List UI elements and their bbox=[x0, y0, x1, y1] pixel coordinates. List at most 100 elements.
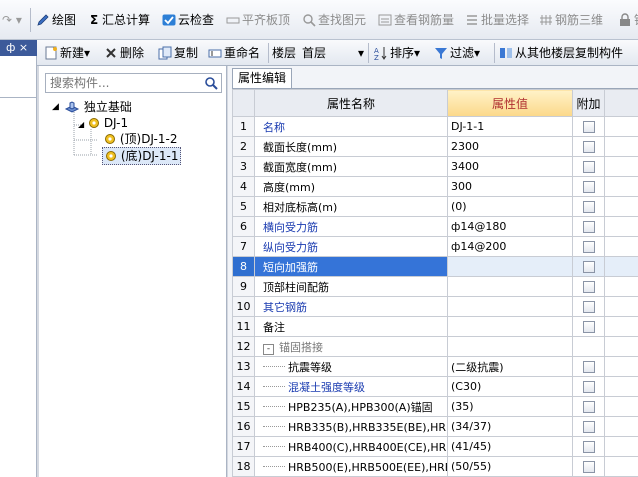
lock-button[interactable]: 锁 bbox=[618, 9, 638, 31]
property-name-cell[interactable]: 名称 bbox=[254, 116, 448, 137]
table-row[interactable]: 14 混凝土强度等级 (C30) bbox=[232, 376, 638, 397]
property-value-cell[interactable] bbox=[447, 316, 573, 337]
table-row[interactable]: 1 名称 DJ-1-1 bbox=[232, 116, 638, 137]
table-row[interactable]: 4 高度(mm) 300 bbox=[232, 176, 638, 197]
property-name-cell[interactable]: HRB335(B),HRB335E(BE),HRBF bbox=[254, 416, 448, 437]
property-name-cell[interactable]: 抗震等级 bbox=[254, 356, 448, 377]
property-name-cell[interactable]: 短向加强筋 bbox=[254, 256, 448, 277]
rename-button[interactable]: 重命名 bbox=[208, 42, 260, 64]
extra-checkbox[interactable] bbox=[582, 361, 595, 373]
table-row[interactable]: 9 顶部柱间配筋 bbox=[232, 276, 638, 297]
property-value-cell[interactable] bbox=[447, 336, 573, 357]
extra-checkbox[interactable] bbox=[582, 321, 595, 333]
property-value-cell[interactable]: (二级抗震) bbox=[447, 356, 573, 377]
tree-node-root[interactable]: 独立基础 bbox=[64, 99, 132, 115]
tab-property-edit[interactable]: 属性编辑 bbox=[232, 68, 292, 88]
property-value-cell[interactable]: (41/45) bbox=[447, 436, 573, 457]
property-value-cell[interactable]: DJ-1-1 bbox=[447, 116, 573, 137]
property-name-cell[interactable]: 截面宽度(mm) bbox=[254, 156, 448, 177]
property-value-cell[interactable]: (50/55) bbox=[447, 456, 573, 477]
property-value-cell[interactable]: ф14@200 bbox=[447, 236, 573, 257]
tree-node-bottom-dj-1-1[interactable]: (底)DJ-1-1 bbox=[102, 147, 182, 165]
property-name-cell[interactable]: 高度(mm) bbox=[254, 176, 448, 197]
property-name-cell[interactable]: HRB500(E),HRB500E(EE),HRBF bbox=[254, 456, 448, 477]
extra-checkbox[interactable] bbox=[582, 401, 595, 413]
table-row[interactable]: 3 截面宽度(mm) 3400 bbox=[232, 156, 638, 177]
extra-checkbox[interactable] bbox=[582, 461, 595, 473]
table-row[interactable]: 5 相对底标高(m) (0) bbox=[232, 196, 638, 217]
extra-checkbox[interactable] bbox=[582, 161, 595, 173]
tree-node-top-dj-1-2[interactable]: (顶)DJ-1-2 bbox=[104, 131, 177, 147]
header-name[interactable]: 属性名称 bbox=[254, 89, 448, 117]
extra-checkbox[interactable] bbox=[582, 261, 595, 273]
draw-button[interactable]: 绘图 bbox=[36, 9, 76, 31]
property-name-cell[interactable]: - 锚固搭接 bbox=[254, 336, 448, 357]
tree-expand-toggle[interactable]: ◢ bbox=[78, 120, 84, 129]
property-name-cell[interactable]: 纵向受力筋 bbox=[254, 236, 448, 257]
header-value[interactable]: 属性值 bbox=[447, 89, 573, 117]
property-value-cell[interactable]: (34/37) bbox=[447, 416, 573, 437]
floor-select[interactable]: 首层 ▾ bbox=[302, 42, 364, 64]
property-value-cell[interactable] bbox=[447, 276, 573, 297]
property-value-cell[interactable]: (C30) bbox=[447, 376, 573, 397]
property-name-cell[interactable]: 其它钢筋 bbox=[254, 296, 448, 317]
table-row[interactable]: 2 截面长度(mm) 2300 bbox=[232, 136, 638, 157]
redo-icon[interactable]: ↷ ▾ bbox=[2, 9, 22, 31]
table-row[interactable]: 12- 锚固搭接 bbox=[232, 336, 638, 357]
header-extra[interactable]: 附加 bbox=[572, 89, 605, 117]
search-input[interactable] bbox=[46, 74, 204, 92]
tree-node-dj-1[interactable]: ◢ DJ-1 bbox=[78, 115, 128, 131]
extra-checkbox[interactable] bbox=[582, 181, 595, 193]
property-name-cell[interactable]: 横向受力筋 bbox=[254, 216, 448, 237]
extra-checkbox[interactable] bbox=[582, 121, 595, 133]
search-icon[interactable] bbox=[204, 76, 218, 93]
extra-checkbox[interactable] bbox=[582, 241, 595, 253]
copy-from-other-floor-button[interactable]: 从其他楼层复制构件 bbox=[499, 42, 623, 64]
property-value-cell[interactable]: 2300 bbox=[447, 136, 573, 157]
copy-button[interactable]: 复制 bbox=[158, 42, 198, 64]
batch-select-button[interactable]: 批量选择 bbox=[465, 9, 529, 31]
property-name-cell[interactable]: HRB400(C),HRB400E(CE),HRBF bbox=[254, 436, 448, 457]
cloud-check-button[interactable]: 云检查 bbox=[162, 9, 214, 31]
property-name-cell[interactable]: 混凝土强度等级 bbox=[254, 376, 448, 397]
table-row[interactable]: 8 短向加强筋 bbox=[232, 256, 638, 277]
property-name-cell[interactable]: 顶部柱间配筋 bbox=[254, 276, 448, 297]
extra-checkbox[interactable] bbox=[582, 441, 595, 453]
property-name-cell[interactable]: 相对底标高(m) bbox=[254, 196, 448, 217]
property-value-cell[interactable]: ф14@180 bbox=[447, 216, 573, 237]
property-value-cell[interactable] bbox=[447, 256, 573, 277]
extra-checkbox[interactable] bbox=[582, 381, 595, 393]
extra-checkbox[interactable] bbox=[582, 141, 595, 153]
property-value-cell[interactable]: 3400 bbox=[447, 156, 573, 177]
find-element-button[interactable]: 查找图元 bbox=[302, 9, 366, 31]
view-rebar-button[interactable]: 查看钢筋量 bbox=[378, 9, 454, 31]
property-value-cell[interactable] bbox=[447, 296, 573, 317]
tree-expand-toggle[interactable]: ◢ bbox=[52, 99, 59, 115]
property-value-cell[interactable]: 300 bbox=[447, 176, 573, 197]
new-button[interactable]: 新建▾ bbox=[44, 42, 90, 64]
table-row[interactable]: 10 其它钢筋 bbox=[232, 296, 638, 317]
extra-checkbox[interactable] bbox=[582, 221, 595, 233]
delete-button[interactable]: 删除 bbox=[104, 42, 144, 64]
filter-button[interactable]: 过滤▾ bbox=[434, 42, 480, 64]
table-row[interactable]: 6 横向受力筋 ф14@180 bbox=[232, 216, 638, 237]
collapse-icon[interactable]: - bbox=[263, 343, 274, 355]
table-row[interactable]: 17 HRB400(C),HRB400E(CE),HRBF (41/45) bbox=[232, 436, 638, 457]
property-name-cell[interactable]: HPB235(A),HPB300(A)锚固 bbox=[254, 396, 448, 417]
summary-calc-button[interactable]: Σ 汇总计算 bbox=[90, 9, 150, 31]
table-row[interactable]: 18 HRB500(E),HRB500E(EE),HRBF (50/55) bbox=[232, 456, 638, 477]
left-dock-caption[interactable]: ф × bbox=[0, 40, 37, 56]
table-row[interactable]: 15 HPB235(A),HPB300(A)锚固 (35) bbox=[232, 396, 638, 417]
property-name-cell[interactable]: 备注 bbox=[254, 316, 448, 337]
flush-slab-top-button[interactable]: 平齐板顶 bbox=[226, 9, 290, 31]
property-value-cell[interactable]: (35) bbox=[447, 396, 573, 417]
table-row[interactable]: 11 备注 bbox=[232, 316, 638, 337]
extra-checkbox[interactable] bbox=[582, 201, 595, 213]
table-row[interactable]: 7 纵向受力筋 ф14@200 bbox=[232, 236, 638, 257]
property-value-cell[interactable]: (0) bbox=[447, 196, 573, 217]
table-row[interactable]: 16 HRB335(B),HRB335E(BE),HRBF (34/37) bbox=[232, 416, 638, 437]
extra-checkbox[interactable] bbox=[582, 301, 595, 313]
sort-button[interactable]: A Z 排序▾ bbox=[374, 42, 420, 64]
table-row[interactable]: 13 抗震等级 (二级抗震) bbox=[232, 356, 638, 377]
property-name-cell[interactable]: 截面长度(mm) bbox=[254, 136, 448, 157]
